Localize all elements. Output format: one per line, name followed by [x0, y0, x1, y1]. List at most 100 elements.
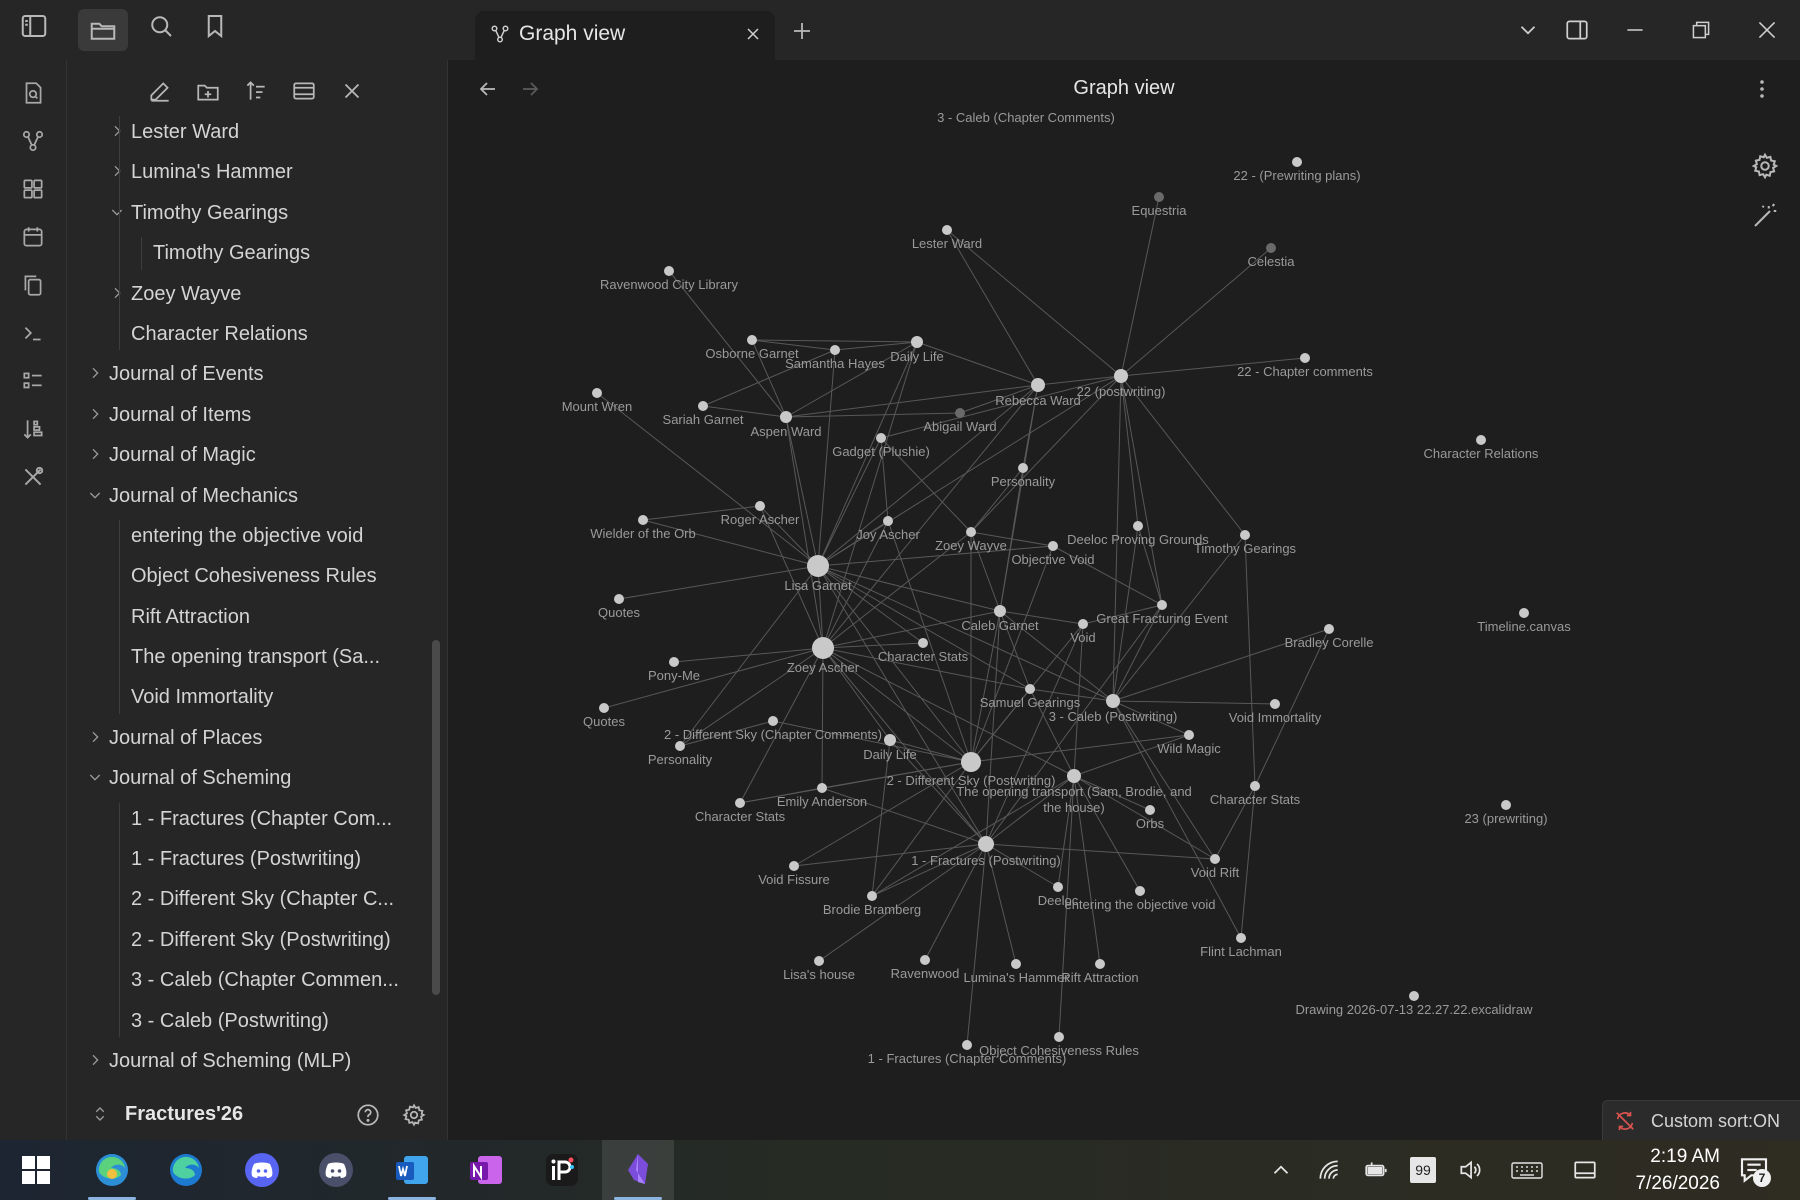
- tab-list-chevron-down-icon[interactable]: [1515, 17, 1541, 43]
- graph-view-icon[interactable]: [20, 128, 46, 154]
- graph-node[interactable]: [747, 335, 757, 345]
- graph-node[interactable]: [830, 345, 840, 355]
- sort-bars-icon[interactable]: [20, 416, 46, 442]
- sort-order-icon[interactable]: [243, 78, 269, 104]
- graph-node[interactable]: [876, 433, 886, 443]
- graph-node[interactable]: [780, 411, 792, 423]
- discord-alt-app[interactable]: [300, 1140, 372, 1200]
- sidebar-folder[interactable]: Journal of Places: [67, 718, 427, 758]
- graph-node[interactable]: [1240, 530, 1250, 540]
- bookmark-icon[interactable]: [200, 11, 230, 41]
- graph-node[interactable]: [1300, 353, 1310, 363]
- sidebar-file[interactable]: 1 - Fractures (Postwriting): [67, 839, 427, 879]
- sidebar-file[interactable]: 2 - Different Sky (Chapter C...: [67, 879, 427, 919]
- graph-node[interactable]: [955, 408, 965, 418]
- animate-magic-wand-icon[interactable]: [1750, 201, 1780, 231]
- graph-node[interactable]: [664, 266, 674, 276]
- sidebar-file[interactable]: Void Immortality: [67, 677, 427, 717]
- sidebar-folder[interactable]: Lumina's Hammer: [67, 152, 427, 192]
- graph-node[interactable]: [1078, 619, 1088, 629]
- graph-node[interactable]: [768, 716, 778, 726]
- graph-node[interactable]: [911, 336, 923, 348]
- battery-icon[interactable]: [1363, 1157, 1389, 1183]
- graph-node[interactable]: [994, 605, 1006, 617]
- graph-node[interactable]: [1053, 882, 1063, 892]
- graph-node[interactable]: [1095, 959, 1105, 969]
- new-note-icon[interactable]: [147, 78, 173, 104]
- custom-sort-status[interactable]: Custom sort:ON: [1602, 1100, 1800, 1141]
- graph-node[interactable]: [1501, 800, 1511, 810]
- graph-node[interactable]: [735, 798, 745, 808]
- sidebar-folder[interactable]: Lester Ward: [67, 112, 427, 152]
- chevron-right-icon[interactable]: [87, 729, 103, 745]
- clock-time[interactable]: 2:19 AM: [1620, 1146, 1720, 1168]
- obsidian-app[interactable]: [602, 1140, 674, 1200]
- graph-node[interactable]: [1250, 781, 1260, 791]
- chevron-right-icon[interactable]: [109, 123, 125, 139]
- graph-node[interactable]: [675, 741, 685, 751]
- graph-node[interactable]: [1409, 991, 1419, 1001]
- sidebar-folder[interactable]: Journal of Items: [67, 395, 427, 435]
- chevron-right-icon[interactable]: [109, 163, 125, 179]
- graph-node[interactable]: [1114, 369, 1128, 383]
- wifi-icon[interactable]: [1316, 1157, 1342, 1183]
- graph-node[interactable]: [978, 836, 994, 852]
- tools-wrench-icon[interactable]: [20, 464, 46, 490]
- graph-node[interactable]: [812, 637, 834, 659]
- more-options-icon[interactable]: [1750, 77, 1774, 101]
- graph-node[interactable]: [1067, 769, 1081, 783]
- tablet-mode-icon[interactable]: [1572, 1157, 1598, 1183]
- onenote-app[interactable]: [450, 1140, 522, 1200]
- chevron-down-icon[interactable]: [109, 204, 125, 220]
- graph-node[interactable]: [698, 401, 708, 411]
- sidebar-file[interactable]: The opening transport (Sa...: [67, 637, 427, 677]
- open-quick-switcher-icon[interactable]: [20, 80, 46, 106]
- sidebar-file[interactable]: Character Relations: [67, 314, 427, 354]
- search-icon[interactable]: [146, 11, 176, 41]
- graph-node[interactable]: [599, 703, 609, 713]
- graph-node[interactable]: [867, 891, 877, 901]
- graph-node[interactable]: [920, 955, 930, 965]
- list-icon[interactable]: [20, 368, 46, 394]
- graph-node[interactable]: [789, 861, 799, 871]
- terminal-icon[interactable]: [20, 320, 46, 346]
- chevron-right-icon[interactable]: [87, 1052, 103, 1068]
- touch-keyboard-icon[interactable]: [1510, 1157, 1544, 1183]
- graph-node[interactable]: [1133, 521, 1143, 531]
- files-folder-icon[interactable]: [78, 9, 128, 51]
- graph-node[interactable]: [1270, 699, 1280, 709]
- word-app[interactable]: [376, 1140, 448, 1200]
- graph-node[interactable]: [814, 956, 824, 966]
- graph-node[interactable]: [1519, 608, 1529, 618]
- chevron-right-icon[interactable]: [109, 285, 125, 301]
- graph-node[interactable]: [614, 594, 624, 604]
- graph-node[interactable]: [883, 516, 893, 526]
- graph-node[interactable]: [1184, 730, 1194, 740]
- graph-node[interactable]: [1210, 854, 1220, 864]
- graph-node[interactable]: [884, 734, 896, 746]
- graph-node[interactable]: [755, 501, 765, 511]
- chevron-right-icon[interactable]: [87, 446, 103, 462]
- graph-node[interactable]: [918, 638, 928, 648]
- sidebar-toggle-icon[interactable]: [19, 11, 49, 41]
- edge-app[interactable]: [150, 1140, 222, 1200]
- close-tab-icon[interactable]: [743, 24, 763, 44]
- sidebar-file[interactable]: 3 - Caleb (Chapter Commen...: [67, 960, 427, 1000]
- sidebar-folder[interactable]: Journal of Scheming (MLP): [67, 1041, 427, 1081]
- graph-node[interactable]: [1135, 886, 1145, 896]
- graph-node[interactable]: [592, 388, 602, 398]
- graph-node[interactable]: [1154, 192, 1164, 202]
- clock-date[interactable]: 7/26/2026: [1610, 1173, 1720, 1195]
- sidebar-folder[interactable]: Journal of Scheming: [67, 758, 427, 798]
- ime-badge[interactable]: 99: [1410, 1157, 1436, 1183]
- ibis-paint-app[interactable]: [526, 1140, 598, 1200]
- sidebar-file[interactable]: Rift Attraction: [67, 597, 427, 637]
- tab-graph-view[interactable]: Graph view: [475, 11, 775, 60]
- sidebar-folder[interactable]: Journal of Magic: [67, 435, 427, 475]
- graph-node[interactable]: [1018, 463, 1028, 473]
- chevron-down-icon[interactable]: [87, 769, 103, 785]
- sidebar-folder[interactable]: Journal of Events: [67, 354, 427, 394]
- graph-node[interactable]: [1157, 600, 1167, 610]
- graph-node[interactable]: [807, 555, 829, 577]
- graph-canvas[interactable]: 3 - Caleb (Chapter Comments) 22 - (Prewri…: [448, 60, 1800, 1140]
